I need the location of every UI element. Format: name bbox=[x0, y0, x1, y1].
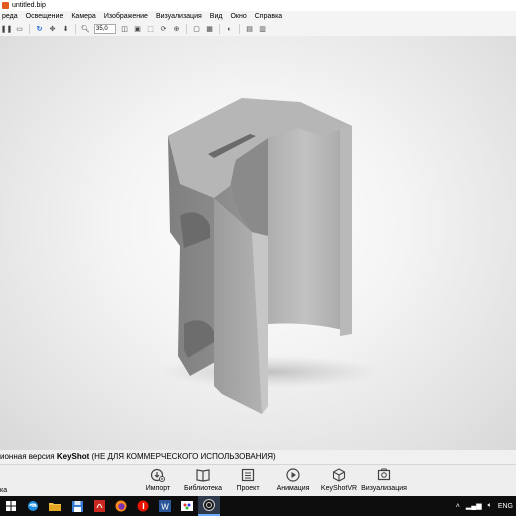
keyshot-app-icon bbox=[2, 2, 9, 9]
status-suffix: (НЕ ДЛЯ КОММЕРЧЕСКОГО ИСПОЛЬЗОВАНИЯ) bbox=[89, 452, 276, 461]
toolbar-divider bbox=[219, 24, 220, 34]
menu-edit[interactable]: реда bbox=[2, 13, 18, 20]
bottom-left-label[interactable]: ка bbox=[0, 487, 7, 494]
library-icon bbox=[196, 469, 210, 482]
screenshot-icon[interactable]: ▣ bbox=[133, 25, 142, 34]
sync-icon[interactable]: ⟳ bbox=[159, 25, 168, 34]
taskbar-yandex[interactable] bbox=[132, 496, 154, 516]
import-icon bbox=[150, 468, 165, 482]
toolbar-divider bbox=[239, 24, 240, 34]
frame-icon[interactable]: ▢ bbox=[192, 25, 201, 34]
toolbar: ❚❚ ▭ ↻ ✥ ⬇ 🔍︎ 35,0 ◫ ▣ ⬚ ⟳ ⊕ ▢ ▦ ◐ ▤ ▥ bbox=[0, 22, 516, 37]
edge-icon bbox=[28, 501, 38, 511]
animation-icon bbox=[286, 468, 300, 482]
folder-icon bbox=[49, 503, 61, 511]
keyshot-icon bbox=[203, 499, 215, 511]
geometry-icon[interactable]: ⊕ bbox=[172, 25, 181, 34]
import-label: Импорт bbox=[145, 485, 171, 492]
start-button[interactable] bbox=[0, 496, 22, 516]
menu-render[interactable]: Визуализация bbox=[156, 13, 202, 20]
pause-icon[interactable]: ❚❚ bbox=[1, 25, 13, 34]
download-icon[interactable]: ⬇ bbox=[61, 25, 70, 34]
zoom-input[interactable]: 35,0 bbox=[94, 24, 116, 34]
toolbar-divider bbox=[29, 24, 30, 34]
keyshotvr-icon bbox=[332, 468, 346, 482]
hud-icon[interactable]: ▥ bbox=[258, 25, 267, 34]
project-button[interactable]: Проект bbox=[225, 467, 271, 492]
toolbar-divider bbox=[75, 24, 76, 34]
screen-icon[interactable]: ▭ bbox=[15, 25, 24, 34]
status-line: ионная версия KeyShot (НЕ ДЛЯ КОММЕРЧЕСК… bbox=[0, 450, 516, 464]
library-button[interactable]: Библиотека bbox=[180, 467, 226, 492]
paint-icon bbox=[181, 501, 193, 511]
yandex-icon bbox=[137, 500, 149, 512]
grid-icon[interactable]: ▦ bbox=[205, 25, 214, 34]
move-icon[interactable]: ✥ bbox=[48, 25, 57, 34]
tray-chevron-up-icon[interactable]: ˄ bbox=[456, 503, 460, 510]
render-button[interactable]: Визуализация bbox=[361, 467, 407, 492]
taskbar-edge[interactable] bbox=[22, 496, 44, 516]
language-indicator[interactable]: ENG bbox=[498, 503, 513, 510]
taskbar-explorer[interactable] bbox=[44, 496, 66, 516]
status-brand: KeyShot bbox=[56, 452, 90, 461]
refresh-icon[interactable]: ↻ bbox=[35, 25, 44, 34]
floppy-icon bbox=[71, 500, 83, 512]
menu-help[interactable]: Справка bbox=[255, 13, 282, 20]
project-label: Проект bbox=[236, 485, 260, 492]
performance-icon[interactable]: ▤ bbox=[245, 25, 254, 34]
animation-label: Анимация bbox=[276, 485, 310, 492]
model-right-edge bbox=[340, 126, 352, 336]
volume-icon[interactable]: 🔈︎ bbox=[488, 502, 492, 510]
model-inner-curve bbox=[268, 110, 350, 332]
library-label: Библиотека bbox=[183, 485, 223, 492]
taskbar-firefox[interactable] bbox=[110, 496, 132, 516]
keyshotvr-label: KeyShotVR bbox=[320, 485, 358, 492]
keyshotvr-button[interactable]: KeyShotVR bbox=[316, 467, 362, 492]
window-title: untitled.bip bbox=[12, 2, 46, 9]
menu-camera[interactable]: Камера bbox=[71, 13, 95, 20]
render-region-icon[interactable]: ⬚ bbox=[146, 25, 155, 34]
windows-logo-icon bbox=[6, 501, 16, 511]
svg-text:W: W bbox=[161, 503, 169, 512]
model-render bbox=[160, 98, 380, 414]
material-icon[interactable]: ◐ bbox=[225, 25, 234, 34]
animation-button[interactable]: Анимация bbox=[270, 467, 316, 492]
project-icon bbox=[241, 468, 255, 482]
render-viewport[interactable] bbox=[0, 36, 516, 450]
zoom-icon[interactable]: 🔍︎ bbox=[81, 25, 90, 34]
menu-window[interactable]: Окно bbox=[230, 13, 246, 20]
menu-view[interactable]: Вид bbox=[210, 13, 223, 20]
network-icon[interactable]: ▂▄▆ bbox=[466, 502, 482, 510]
status-prefix: ионная версия bbox=[0, 452, 57, 461]
render-icon bbox=[377, 468, 391, 481]
import-button[interactable]: Импорт bbox=[135, 467, 181, 492]
taskbar-paint[interactable] bbox=[176, 496, 198, 516]
pdf-icon bbox=[93, 500, 105, 512]
menu-image[interactable]: Изображение bbox=[104, 13, 148, 20]
word-icon: W bbox=[159, 500, 171, 512]
taskbar-word[interactable]: W bbox=[154, 496, 176, 516]
toolbar-divider bbox=[186, 24, 187, 34]
system-tray: ˄ ▂▄▆ 🔈︎ ENG bbox=[453, 496, 516, 516]
firefox-icon bbox=[115, 500, 127, 512]
camera-icon[interactable]: ◫ bbox=[120, 25, 129, 34]
bottom-ribbon: ка Импорт Библиотека Проект Анимация Key… bbox=[0, 464, 516, 497]
taskbar-save[interactable] bbox=[66, 496, 88, 516]
menu-lighting[interactable]: Освещение bbox=[26, 13, 64, 20]
os-taskbar: W ˄ ▂▄▆ 🔈︎ ENG bbox=[0, 496, 516, 516]
render-label: Визуализация bbox=[361, 485, 407, 492]
taskbar-keyshot[interactable] bbox=[198, 496, 220, 516]
taskbar-acrobat[interactable] bbox=[88, 496, 110, 516]
